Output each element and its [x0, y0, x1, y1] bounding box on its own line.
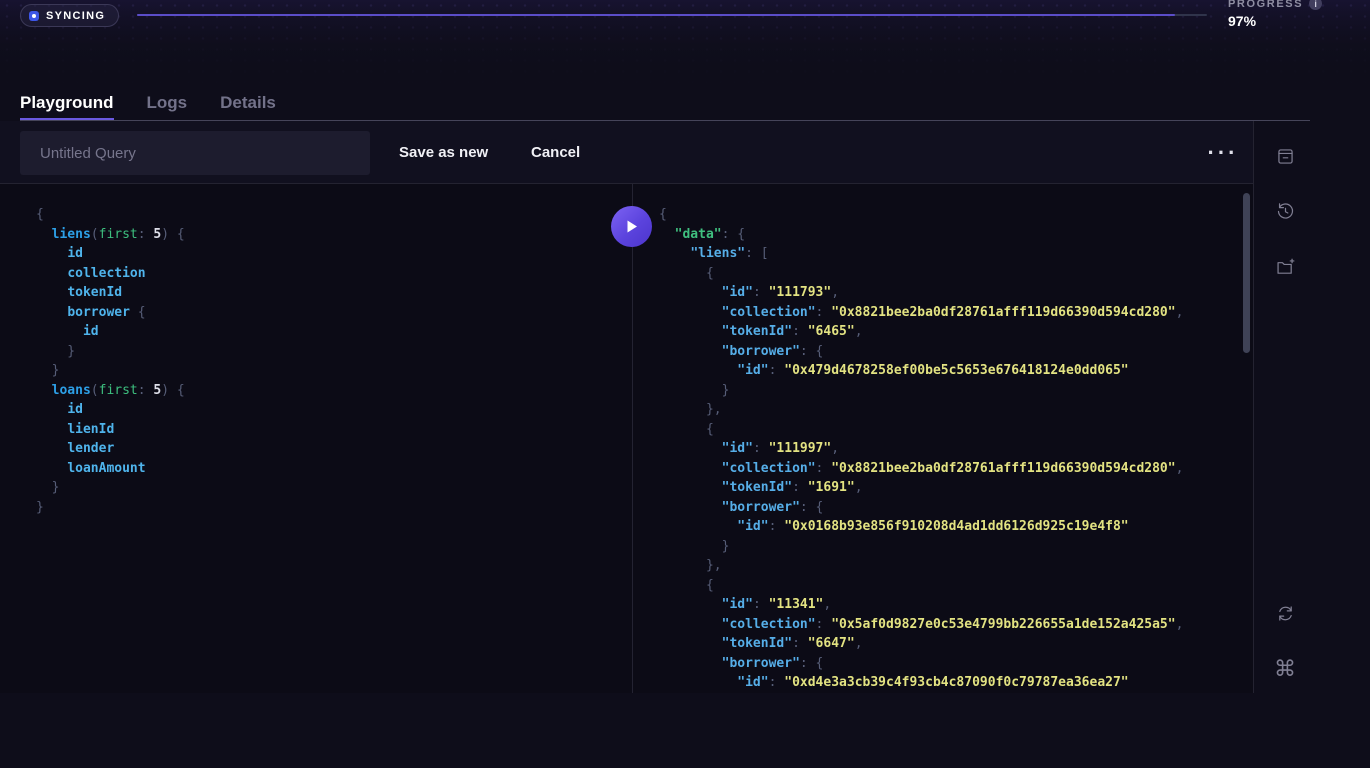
right-icon-rail: ⌘	[1253, 121, 1370, 693]
playground-editors: { liens(first: 5) { id collection tokenI…	[0, 184, 1253, 693]
tab-logs[interactable]: Logs	[147, 93, 188, 120]
play-icon	[624, 219, 639, 234]
header: SYNCING PROGRESS i 97%	[0, 0, 1370, 92]
tab-playground[interactable]: Playground	[20, 93, 114, 120]
command-key-icon[interactable]: ⌘	[1267, 651, 1303, 687]
progress-value: 97%	[1228, 13, 1322, 29]
run-query-button[interactable]	[611, 206, 652, 247]
query-toolbar: Save as new Cancel ···	[0, 121, 1253, 184]
results-code: { "data": { "liens": [ { "id": "111793",…	[659, 205, 1183, 693]
info-icon[interactable]: i	[1309, 0, 1322, 10]
query-code[interactable]: { liens(first: 5) { id collection tokenI…	[36, 205, 185, 517]
save-as-new-button[interactable]: Save as new	[399, 121, 488, 184]
sync-progress-bar	[137, 14, 1207, 16]
query-name-input[interactable]	[20, 131, 370, 175]
folder-plus-icon[interactable]	[1267, 249, 1303, 285]
history-icon[interactable]	[1267, 193, 1303, 229]
syncing-dot-icon	[29, 11, 39, 21]
tab-details[interactable]: Details	[220, 93, 276, 120]
sync-progress-fill	[137, 14, 1175, 16]
progress-label: PROGRESS	[1228, 0, 1303, 10]
progress-info: PROGRESS i 97%	[1228, 0, 1322, 29]
cancel-button[interactable]: Cancel	[531, 121, 580, 184]
save-box-icon[interactable]	[1267, 138, 1303, 174]
syncing-badge: SYNCING	[20, 4, 119, 27]
refresh-icon[interactable]	[1267, 595, 1303, 631]
results-scrollbar[interactable]	[1243, 193, 1250, 353]
more-options-icon[interactable]: ···	[1202, 135, 1244, 171]
tab-bar: Playground Logs Details	[20, 93, 276, 120]
pane-divider	[632, 184, 633, 693]
syncing-label: SYNCING	[46, 10, 105, 22]
